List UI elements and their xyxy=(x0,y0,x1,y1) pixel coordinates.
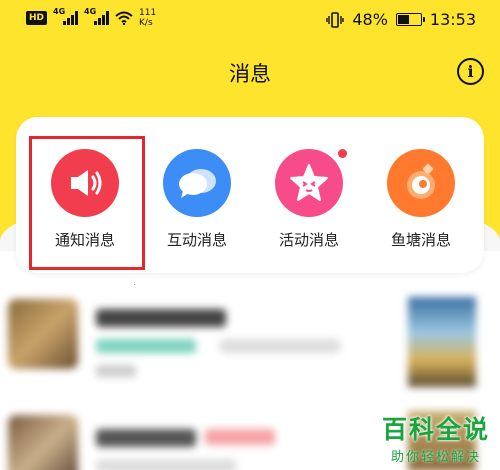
vibrate-icon xyxy=(326,11,345,28)
info-icon[interactable]: i xyxy=(457,58,484,85)
network-type-label: 4G xyxy=(53,7,66,16)
network-type-label-2: 4G xyxy=(84,7,97,16)
battery-fill xyxy=(397,15,410,24)
battery-icon xyxy=(395,13,425,26)
watermark: 百科全说 助你轻松解决 xyxy=(382,410,490,465)
avatar xyxy=(8,415,78,470)
star-face-icon xyxy=(275,149,347,217)
watermark-subtitle: 助你轻松解决 xyxy=(390,450,481,465)
category-label: 活动消息 xyxy=(278,231,339,249)
hd-badge: HD xyxy=(26,11,48,25)
cellular-signal-icon-2: 4G xyxy=(84,7,110,25)
unread-badge xyxy=(338,149,347,158)
category-activity[interactable]: 活动消息 xyxy=(254,117,364,273)
category-label: 互动消息 xyxy=(166,231,227,249)
watermark-title: 百科全说 xyxy=(381,415,490,444)
cellular-signal-icon: 4G xyxy=(53,7,79,25)
wifi-icon xyxy=(115,11,133,25)
status-bar: HD 4G 4G 111 K/s 48% 13:53 xyxy=(0,0,500,40)
chat-bubbles-icon xyxy=(163,149,231,217)
fish-pond-icon xyxy=(387,149,455,217)
battery-percent: 48% xyxy=(352,10,388,29)
category-label: 鱼塘消息 xyxy=(390,231,451,249)
highlight-box xyxy=(29,136,145,270)
category-interaction[interactable]: 互动消息 xyxy=(142,117,252,273)
avatar xyxy=(8,299,78,369)
network-speed: 111 K/s xyxy=(139,8,157,28)
thumbnail xyxy=(408,297,476,387)
page-title: 消息 xyxy=(229,62,271,86)
category-fish-pond[interactable]: 鱼塘消息 xyxy=(366,117,476,273)
clock: 13:53 xyxy=(429,10,476,29)
